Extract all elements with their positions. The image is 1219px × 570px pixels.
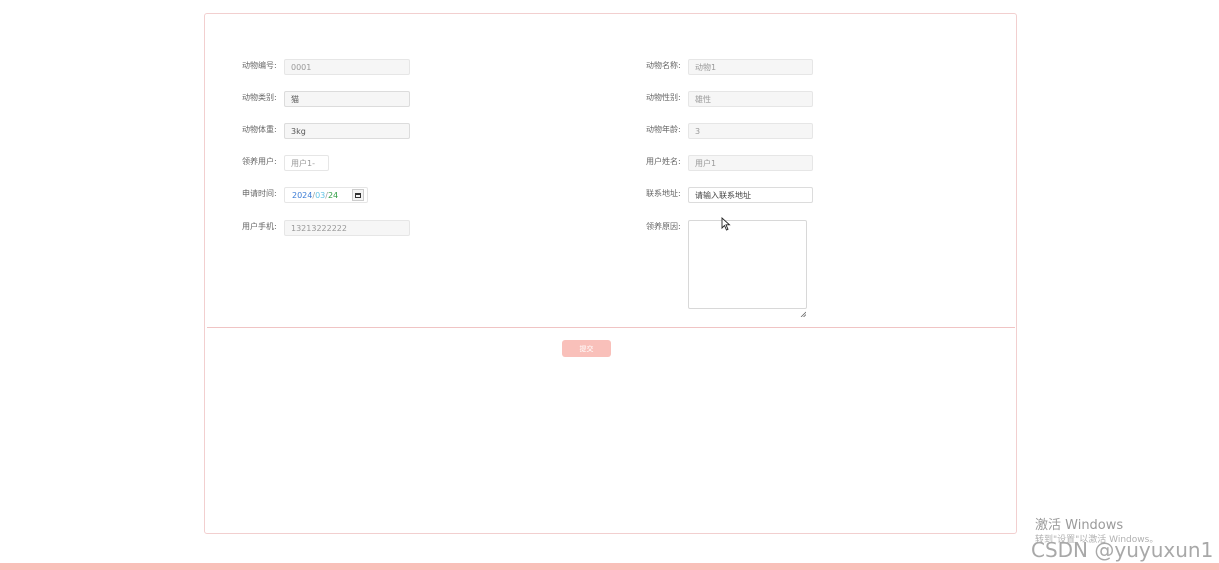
csdn-watermark: CSDN @yuyuxun1 xyxy=(1031,538,1214,562)
animal-gender-label: 动物性别: xyxy=(646,93,681,102)
apply-time-label: 申请时间: xyxy=(242,189,277,198)
animal-type-label: 动物类别: xyxy=(242,93,277,102)
animal-weight-label: 动物体重: xyxy=(242,125,277,134)
adopt-user-label: 领养用户: xyxy=(242,157,277,166)
submit-button[interactable]: 提交 xyxy=(562,340,611,357)
divider xyxy=(207,327,1015,328)
calendar-icon[interactable] xyxy=(352,189,364,201)
bottom-bar xyxy=(0,563,1219,570)
date-day[interactable]: 24 xyxy=(328,191,338,200)
resize-grip-icon[interactable] xyxy=(800,302,807,318)
animal-gender-field[interactable]: 雄性 xyxy=(688,91,813,107)
animal-age-field[interactable]: 3 xyxy=(688,123,813,139)
animal-type-field[interactable]: 猫 xyxy=(284,91,410,107)
adopt-user-select[interactable]: 用户1- xyxy=(284,155,329,171)
adopt-reason-label: 领养原因: xyxy=(646,222,681,231)
apply-time-date-input[interactable]: 2024/03/24 xyxy=(284,187,368,203)
contact-address-input[interactable]: 请输入联系地址 xyxy=(688,187,813,203)
mouse-pointer-icon xyxy=(721,216,731,235)
adopt-reason-textarea[interactable] xyxy=(688,220,807,309)
user-name-field[interactable]: 用户1 xyxy=(688,155,813,171)
user-name-label: 用户姓名: xyxy=(646,157,681,166)
date-year[interactable]: 2024 xyxy=(292,191,312,200)
animal-name-label: 动物名称: xyxy=(646,61,681,70)
user-phone-field[interactable]: 13213222222 xyxy=(284,220,410,236)
date-month[interactable]: 03 xyxy=(315,191,325,200)
animal-id-label: 动物编号: xyxy=(242,61,277,70)
animal-age-label: 动物年龄: xyxy=(646,125,681,134)
animal-name-field[interactable]: 动物1 xyxy=(688,59,813,75)
contact-address-label: 联系地址: xyxy=(646,189,681,198)
user-phone-label: 用户手机: xyxy=(242,222,277,231)
animal-weight-field[interactable]: 3kg xyxy=(284,123,410,139)
windows-activation-title: 激活 Windows xyxy=(1035,518,1124,533)
animal-id-field[interactable]: 0001 xyxy=(284,59,410,75)
